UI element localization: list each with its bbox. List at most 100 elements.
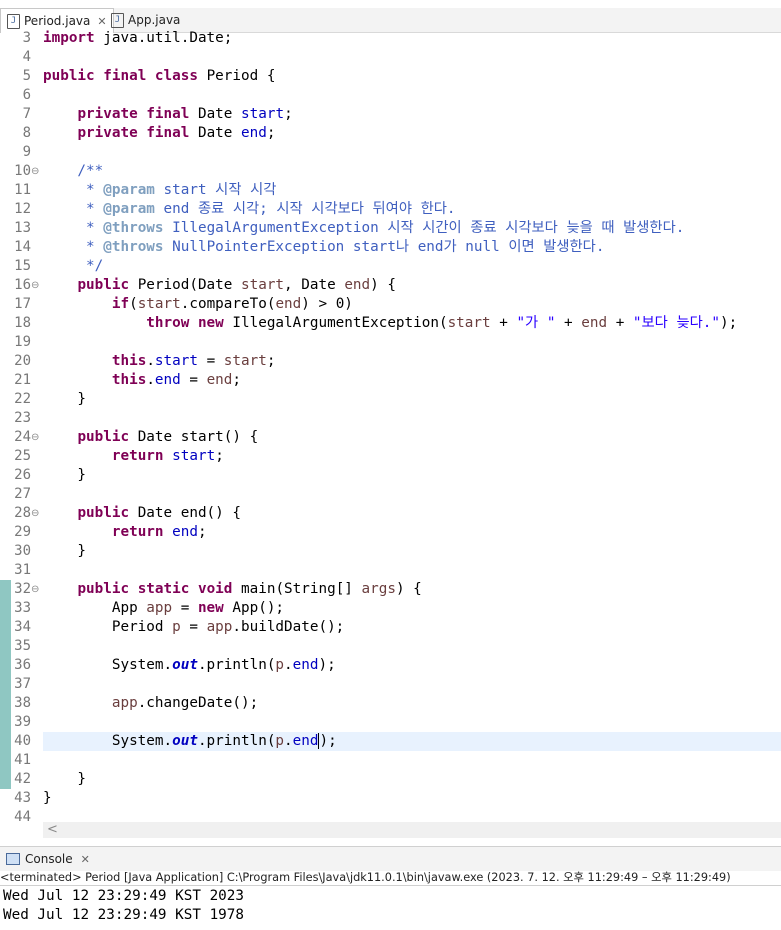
java-file-icon: J [111,12,124,28]
line-number: 30 [14,543,31,559]
line-number: 36 [14,657,31,673]
close-icon[interactable]: ✕ [81,853,90,866]
code-line: 38 app.changeDate(); [0,694,781,713]
tab-label: Period.java [24,14,91,28]
line-number: 14 [14,239,31,255]
line-number: 8 [22,125,31,141]
line-number: 28 [14,505,31,521]
line-number: 10 [14,163,31,179]
line-number: 24 [14,429,31,445]
line-number: 25 [14,448,31,464]
console-icon [6,853,20,865]
fold-icon[interactable]: ⊖ [31,504,39,523]
line-number: 6 [22,87,31,103]
line-number: 13 [14,220,31,236]
code-line: 39 [0,713,781,732]
code-line: 18 throw new IllegalArgumentException(st… [0,314,781,333]
line-number: 17 [14,296,31,312]
line-number: 15 [14,258,31,274]
code-line: 17 if(start.compareTo(end) > 0) [0,295,781,314]
line-number: 34 [14,619,31,635]
code-line: 42 } [0,770,781,789]
code-line: 11 * @param start 시작 시각 [0,181,781,200]
line-number: 16 [14,277,31,293]
line-number: 19 [14,334,31,350]
code-line: 32 ⊖ public static void main(String[] ar… [0,580,781,599]
code-line: 31 [0,561,781,580]
line-number: 35 [14,638,31,654]
line-number: 20 [14,353,31,369]
console-output-line: Wed Jul 12 23:29:49 KST 2023 [3,888,245,904]
line-number: 18 [14,315,31,331]
line-number: 21 [14,372,31,388]
line-number: 11 [14,182,31,198]
fold-icon[interactable]: ⊖ [31,276,39,295]
code-line: 29 return end; [0,523,781,542]
code-line: 30 } [0,542,781,561]
console-tab-bar: Console ✕ [0,846,781,871]
code-line: 5 public final class Period { [0,67,781,86]
tab-console[interactable]: Console ✕ [0,847,90,871]
java-file-icon: J [7,13,20,29]
code-line: 33 App app = new App(); [0,599,781,618]
horizontal-scrollbar[interactable]: < [43,822,781,838]
code-line: 28 ⊖ public Date end() { [0,504,781,523]
code-line: 7 private final Date start; [0,105,781,124]
code-line: 35 [0,637,781,656]
line-number: 43 [14,790,31,806]
line-number: 9 [22,144,31,160]
fold-icon[interactable]: ⊖ [31,428,39,447]
console-output-line: Wed Jul 12 23:29:49 KST 1978 [3,907,245,923]
code-line: 6 [0,86,781,105]
fold-icon[interactable]: ⊖ [31,162,39,181]
line-number: 31 [14,562,31,578]
code-line: 36 System.out.println(p.end); [0,656,781,675]
line-number: 3 [22,30,31,46]
code-line: 27 [0,485,781,504]
line-number: 5 [22,68,31,84]
code-editor[interactable]: 3 import java.util.Date; 4 5 public fina… [0,30,781,825]
fold-icon[interactable]: ⊖ [31,580,39,599]
code-line: 13 * @throws IllegalArgumentException 시작… [0,219,781,238]
code-line: 4 [0,48,781,67]
line-number: 27 [14,486,31,502]
code-line: 34 Period p = app.buildDate(); [0,618,781,637]
line-number: 32 [14,581,31,597]
code-line: 9 [0,143,781,162]
tab-label: App.java [128,13,181,27]
code-line: 24 ⊖ public Date start() { [0,428,781,447]
code-line: 43 } [0,789,781,808]
console-tab-label: Console [25,852,73,866]
code-line: 8 private final Date end; [0,124,781,143]
scroll-left-icon[interactable]: < [47,822,58,838]
code-line: 22 } [0,390,781,409]
line-number: 12 [14,201,31,217]
line-number: 44 [14,809,31,825]
line-number: 38 [14,695,31,711]
code-line: 23 [0,409,781,428]
code-line: 15 */ [0,257,781,276]
line-number: 37 [14,676,31,692]
line-number: 41 [14,752,31,768]
code-line: 20 this.start = start; [0,352,781,371]
code-line: 40 System.out.println(p.end); [0,732,781,751]
line-number: 33 [14,600,31,616]
code-line: 10 ⊖ /** [0,162,781,181]
line-number: 39 [14,714,31,730]
code-line: 41 [0,751,781,770]
line-number: 22 [14,391,31,407]
code-line: 37 [0,675,781,694]
code-line: 16 ⊖ public Period(Date start, Date end)… [0,276,781,295]
code-line: 19 [0,333,781,352]
line-number: 29 [14,524,31,540]
line-number: 7 [22,106,31,122]
line-number: 26 [14,467,31,483]
line-number: 4 [22,49,31,65]
line-number: 23 [14,410,31,426]
code-line: 3 import java.util.Date; [0,29,781,48]
code-line: 25 return start; [0,447,781,466]
line-number: 42 [14,771,31,787]
code-line: 12 * @param end 종료 시각; 시작 시각보다 뒤여야 한다. [0,200,781,219]
code-line: 26 } [0,466,781,485]
console-status: <terminated> Period [Java Application] C… [0,870,781,886]
